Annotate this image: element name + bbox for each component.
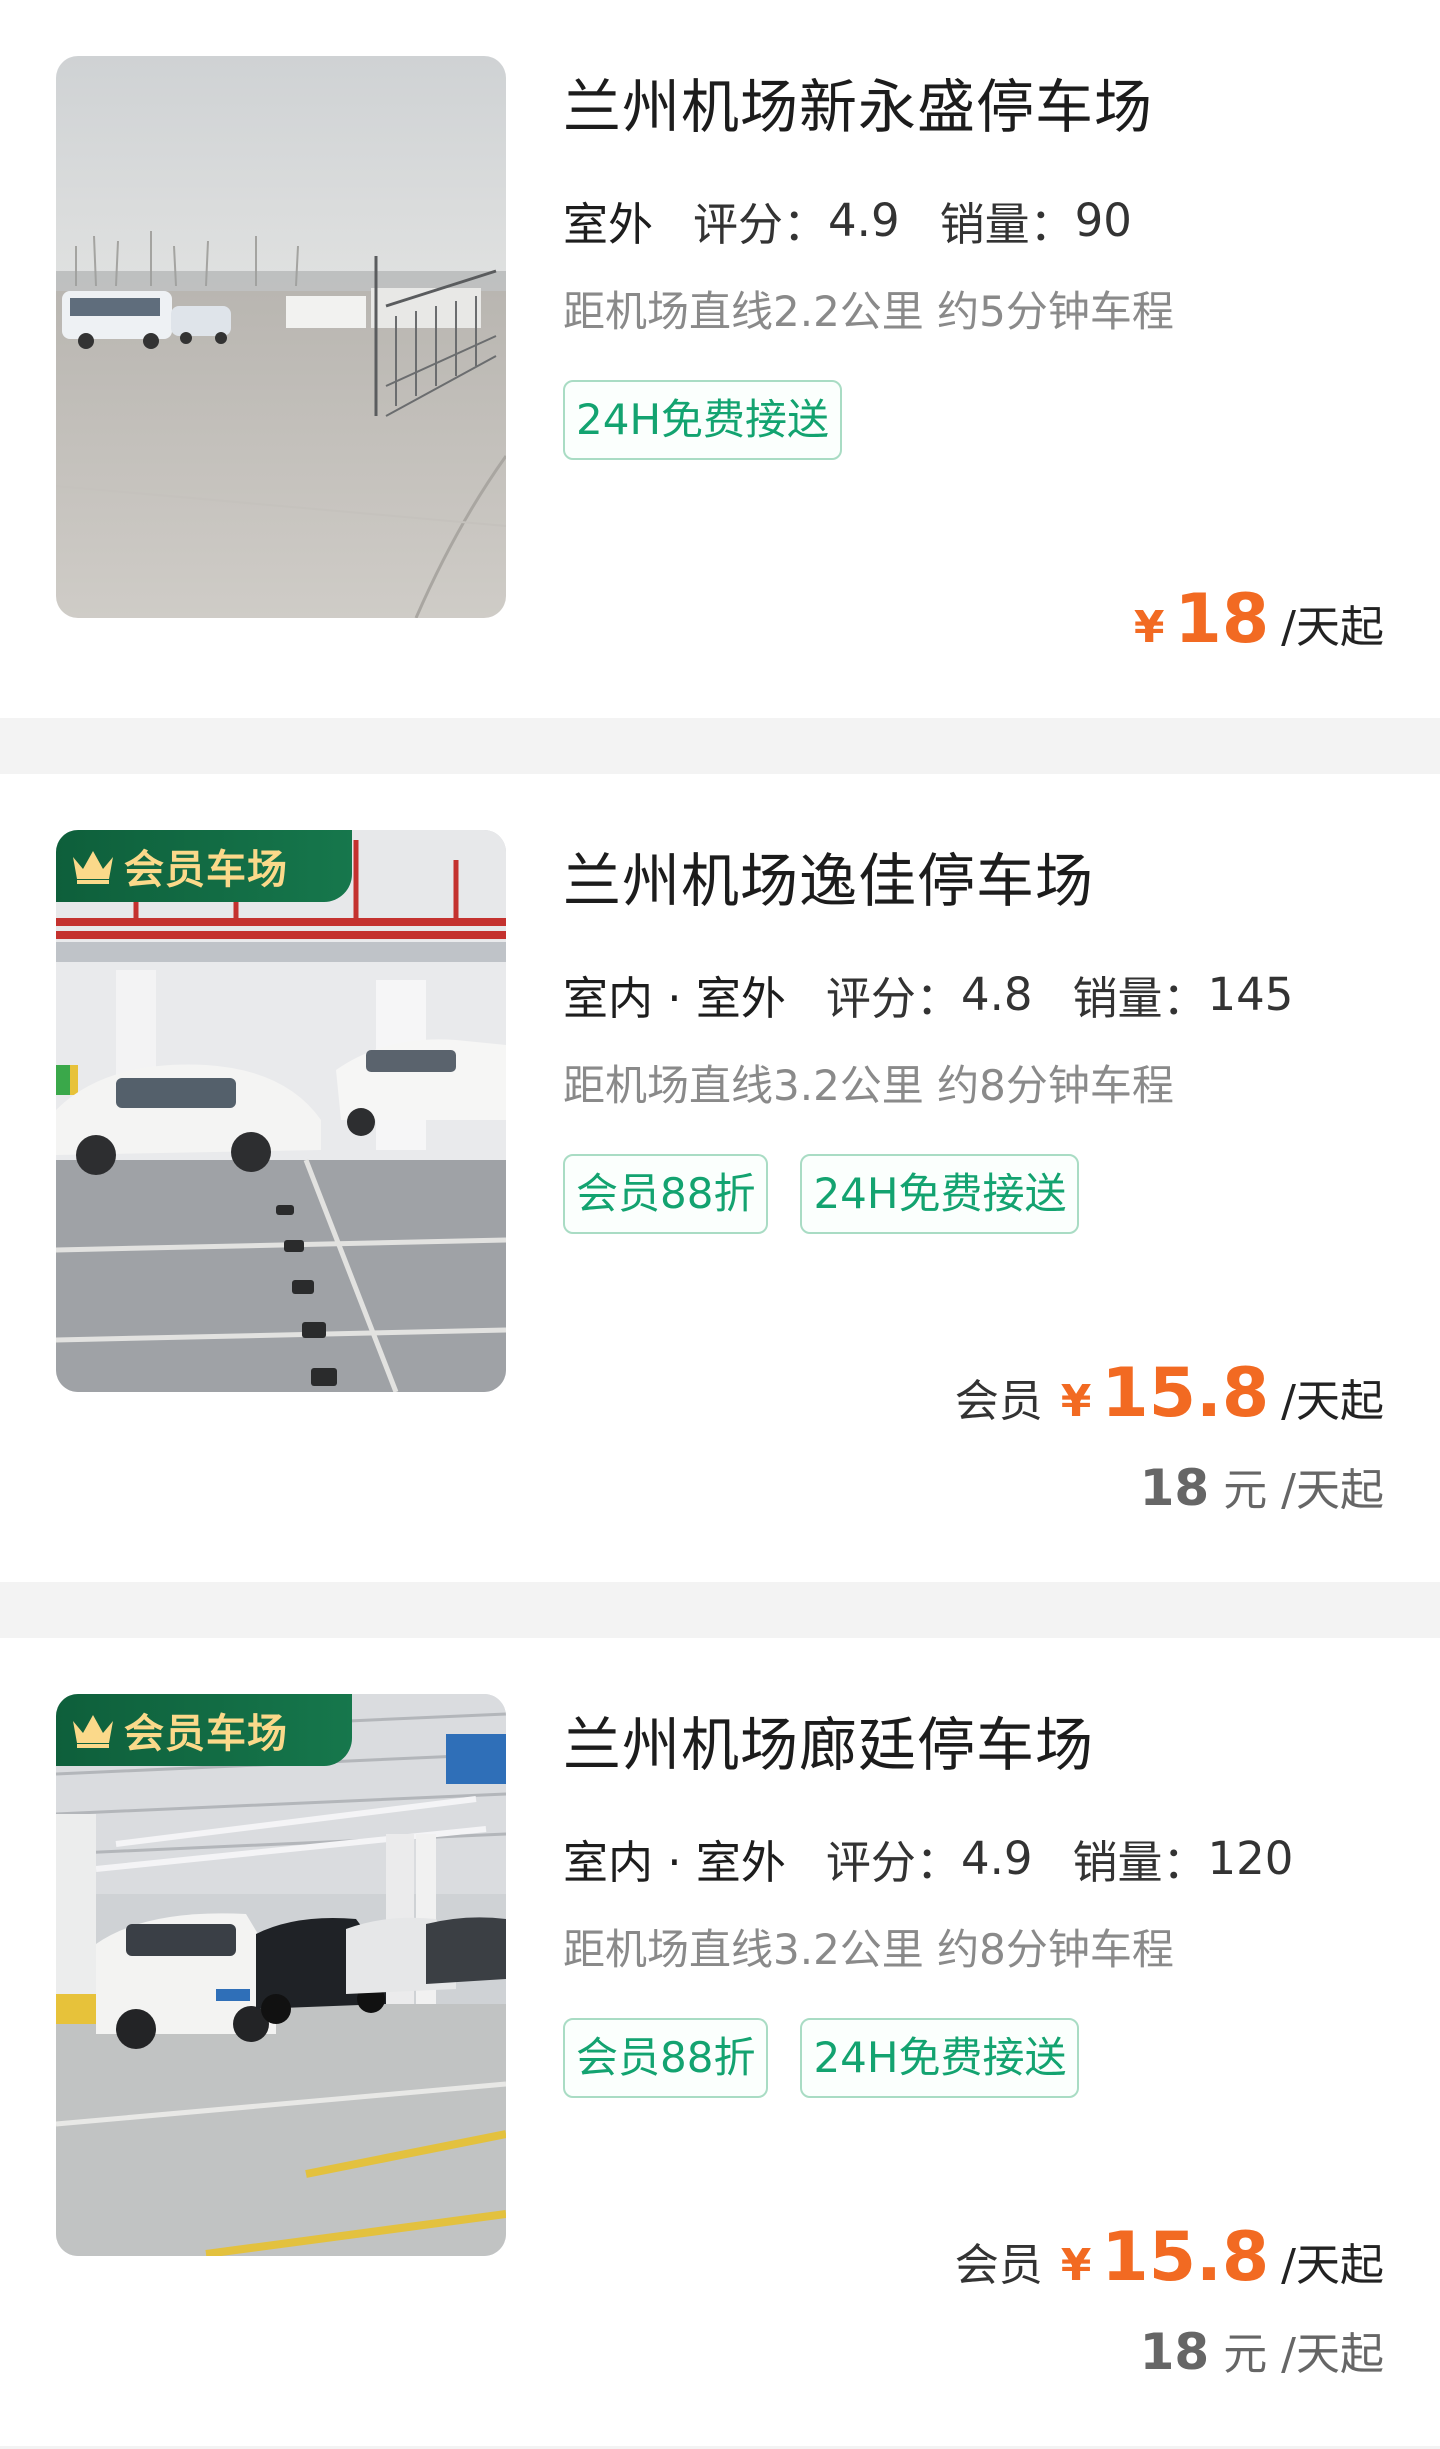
crown-icon	[73, 1715, 113, 1748]
tag-list: 24H免费接送	[563, 380, 874, 460]
parking-lot-meta: 室外 评分： 4.9 销量： 90	[560, 188, 1132, 259]
member-price-label: 会员	[954, 1376, 1043, 1427]
shuttle-tag: 24H免费接送	[800, 2018, 1080, 2098]
distance-text: 距机场直线2.2公里 约5分钟车程	[563, 287, 1174, 336]
card-separator	[0, 1582, 1440, 1638]
shuttle-tag: 24H免费接送	[563, 380, 843, 460]
member-discount-tag: 会员88折	[563, 1154, 769, 1234]
parking-lot-card[interactable]: 会员车场 兰州机场廊廷停车场 室内 · 室外 评分： 4.9 销量： 120 距…	[0, 1638, 1440, 2446]
sales-label: 销量：	[1072, 972, 1208, 1025]
parking-lot-list: 兰州机场新永盛停车场 室外 评分： 4.9 销量： 90 距机场直线2.2公里 …	[0, 0, 1440, 2449]
score-label: 评分：	[693, 198, 829, 251]
member-price-row: 会员 ¥ 15.8 /天起	[955, 1354, 1384, 1433]
score-label: 评分：	[825, 1836, 961, 1889]
original-price-row: 18 元 /天起	[1140, 1454, 1384, 1518]
member-price-label: 会员	[954, 2240, 1043, 2291]
price-row: ¥ 18 /天起	[1134, 580, 1384, 659]
member-lot-badge-label: 会员车场	[124, 1711, 288, 1757]
card-separator	[0, 718, 1440, 774]
price-unit: /天起	[1281, 2240, 1384, 2291]
distance-text: 距机场直线3.2公里 约8分钟车程	[563, 1061, 1174, 1110]
parking-lot-photo: 会员车场	[56, 1694, 506, 2256]
currency-symbol: ¥	[1060, 2240, 1092, 2291]
original-price-row: 18 元 /天起	[1140, 2318, 1384, 2382]
distance-text: 距机场直线3.2公里 约8分钟车程	[563, 1925, 1174, 1974]
original-price-unit: 元 /天起	[1223, 2329, 1384, 2380]
original-price-unit: 元 /天起	[1223, 1465, 1384, 1516]
parking-lot-title: 兰州机场新永盛停车场	[563, 73, 1154, 141]
parking-lot-photo	[56, 56, 506, 618]
member-price-row: 会员 ¥ 15.8 /天起	[955, 2218, 1384, 2297]
parking-lot-meta: 室内 · 室外 评分： 4.8 销量： 145	[561, 962, 1294, 1033]
sales-value: 145	[1207, 968, 1294, 1021]
parking-type-label: 室内 · 室外	[561, 962, 788, 1033]
original-price-amount: 18	[1139, 2323, 1210, 2381]
price-amount: 15.8	[1101, 1354, 1270, 1433]
parking-type-label: 室内 · 室外	[561, 1826, 788, 1897]
parking-lot-card[interactable]: 会员车场 兰州机场逸佳停车场 室内 · 室外 评分： 4.8 销量： 145 距…	[0, 774, 1440, 1582]
member-discount-tag: 会员88折	[563, 2018, 769, 2098]
sales-value: 120	[1207, 1832, 1294, 1885]
price-unit: /天起	[1281, 1376, 1384, 1427]
sales-label: 销量：	[1072, 1836, 1208, 1889]
currency-symbol: ¥	[1060, 1376, 1092, 1427]
member-lot-badge-label: 会员车场	[124, 847, 288, 893]
currency-symbol: ¥	[1133, 602, 1165, 653]
crown-icon	[73, 851, 113, 884]
score-value: 4.9	[960, 1832, 1033, 1885]
tag-list: 会员88折 24H免费接送	[563, 2018, 1111, 2098]
parking-lot-meta: 室内 · 室外 评分： 4.9 销量： 120	[561, 1826, 1294, 1897]
parking-type-label: 室外	[560, 188, 656, 259]
parking-lot-title: 兰州机场廊廷停车场	[563, 1711, 1095, 1779]
price-amount: 15.8	[1101, 2218, 1270, 2297]
price-amount: 18	[1174, 580, 1270, 659]
tag-list: 会员88折 24H免费接送	[563, 1154, 1111, 1234]
parking-lot-card[interactable]: 兰州机场新永盛停车场 室外 评分： 4.9 销量： 90 距机场直线2.2公里 …	[0, 0, 1440, 718]
parking-lot-title: 兰州机场逸佳停车场	[563, 847, 1095, 915]
sales-label: 销量：	[939, 198, 1075, 251]
score-label: 评分：	[825, 972, 961, 1025]
score-value: 4.9	[828, 194, 900, 247]
shuttle-tag: 24H免费接送	[800, 1154, 1080, 1234]
score-value: 4.8	[960, 968, 1033, 1021]
parking-lot-photo: 会员车场	[56, 830, 506, 1392]
sales-value: 90	[1074, 194, 1132, 247]
member-lot-badge: 会员车场	[56, 830, 352, 902]
original-price-amount: 18	[1139, 1459, 1210, 1517]
member-lot-badge: 会员车场	[56, 1694, 352, 1766]
price-unit: /天起	[1281, 602, 1384, 653]
